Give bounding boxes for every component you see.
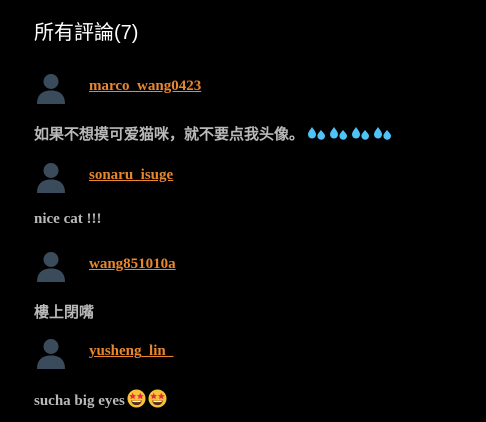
sweat-droplets-icon — [308, 127, 326, 140]
comment-text: sucha big eyes — [34, 389, 167, 413]
user-avatar-icon[interactable] — [36, 72, 66, 104]
comment-username[interactable]: wang851010a — [89, 256, 176, 273]
sweat-droplets-icon — [352, 127, 370, 140]
sweat-droplets-group — [304, 126, 392, 145]
comment-username[interactable]: yusheng_lin_ — [89, 343, 173, 360]
comment-text: 如果不想摸可爱猫咪，就不要点我头像。 — [34, 123, 392, 145]
comment-text: 樓上閉嘴 — [34, 305, 95, 321]
comments-panel: 所有評論(7) marco_wang0423 如果不想摸可爱猫咪，就不要点我头像… — [0, 0, 486, 422]
user-avatar-icon[interactable] — [36, 337, 66, 369]
star-struck-emoji-icon — [127, 389, 146, 413]
user-avatar-icon[interactable] — [36, 161, 66, 193]
comment-text-content: sucha big eyes — [34, 393, 125, 409]
star-struck-emoji-icon — [148, 389, 167, 413]
comment-username[interactable]: marco_wang0423 — [89, 78, 201, 95]
sweat-droplets-icon — [374, 127, 392, 140]
user-avatar-icon[interactable] — [36, 250, 66, 282]
comments-title: 所有評論(7) — [34, 22, 139, 44]
comment-text: nice cat !!! — [34, 211, 102, 227]
sweat-droplets-icon — [330, 127, 348, 140]
comment-username[interactable]: sonaru_isuge — [89, 167, 173, 184]
comment-text-content: 如果不想摸可爱猫咪，就不要点我头像。 — [34, 127, 305, 143]
